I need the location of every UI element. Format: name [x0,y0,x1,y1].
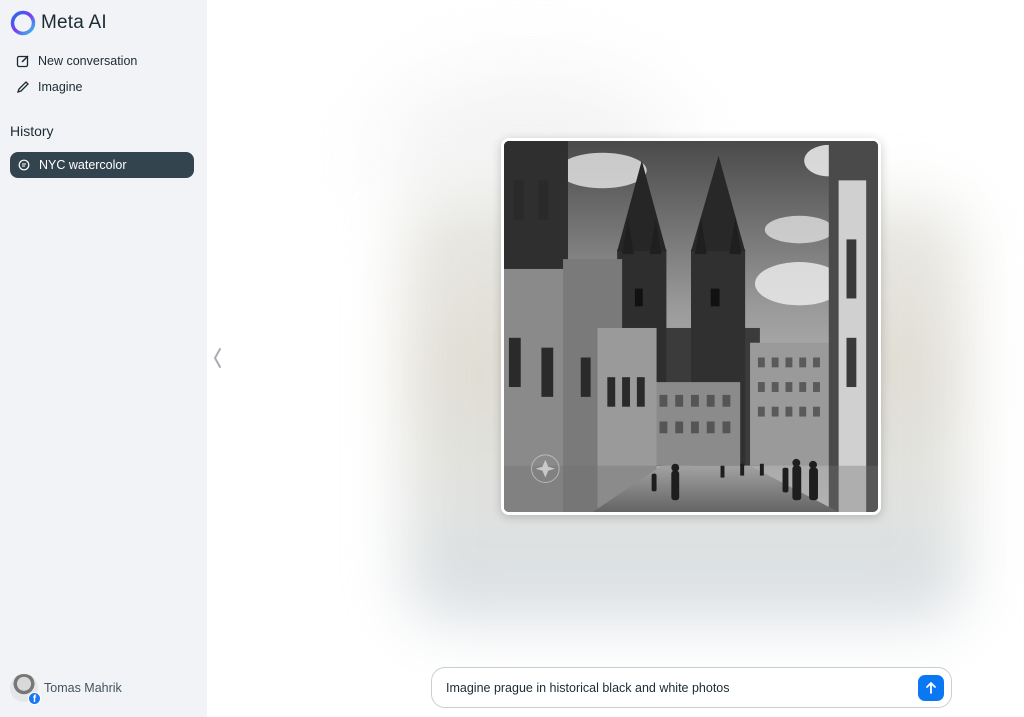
history-heading: History [10,123,54,139]
prompt-composer [431,667,952,708]
brand[interactable]: Meta AI [10,10,107,36]
imagine-button[interactable]: Imagine [16,80,82,94]
profile-name: Tomas Mahrik [44,681,122,695]
avatar: f [10,674,41,705]
arrow-up-icon [926,682,936,694]
meta-ai-logo-icon [10,10,36,36]
pencil-icon [16,81,29,94]
imagine-label: Imagine [38,80,83,94]
new-conversation-button[interactable]: New conversation [16,54,137,68]
history-item-label: NYC watercolor [39,158,127,172]
prague-bw-photo [504,141,878,512]
generated-image[interactable] [501,138,881,515]
chat-bubble-icon [18,159,30,171]
new-conversation-label: New conversation [38,54,138,68]
history-item-nyc-watercolor[interactable]: NYC watercolor [10,152,194,178]
sidebar: Meta AI New conversation Imagine History… [0,0,207,717]
facebook-icon: f [28,692,41,705]
send-button[interactable] [918,675,944,701]
collapse-sidebar-chevron-icon[interactable] [211,347,223,369]
profile-button[interactable]: f Tomas Mahrik [10,674,122,705]
prompt-input[interactable] [446,680,901,695]
edit-icon [16,55,29,68]
app-name: Meta AI [41,12,107,33]
